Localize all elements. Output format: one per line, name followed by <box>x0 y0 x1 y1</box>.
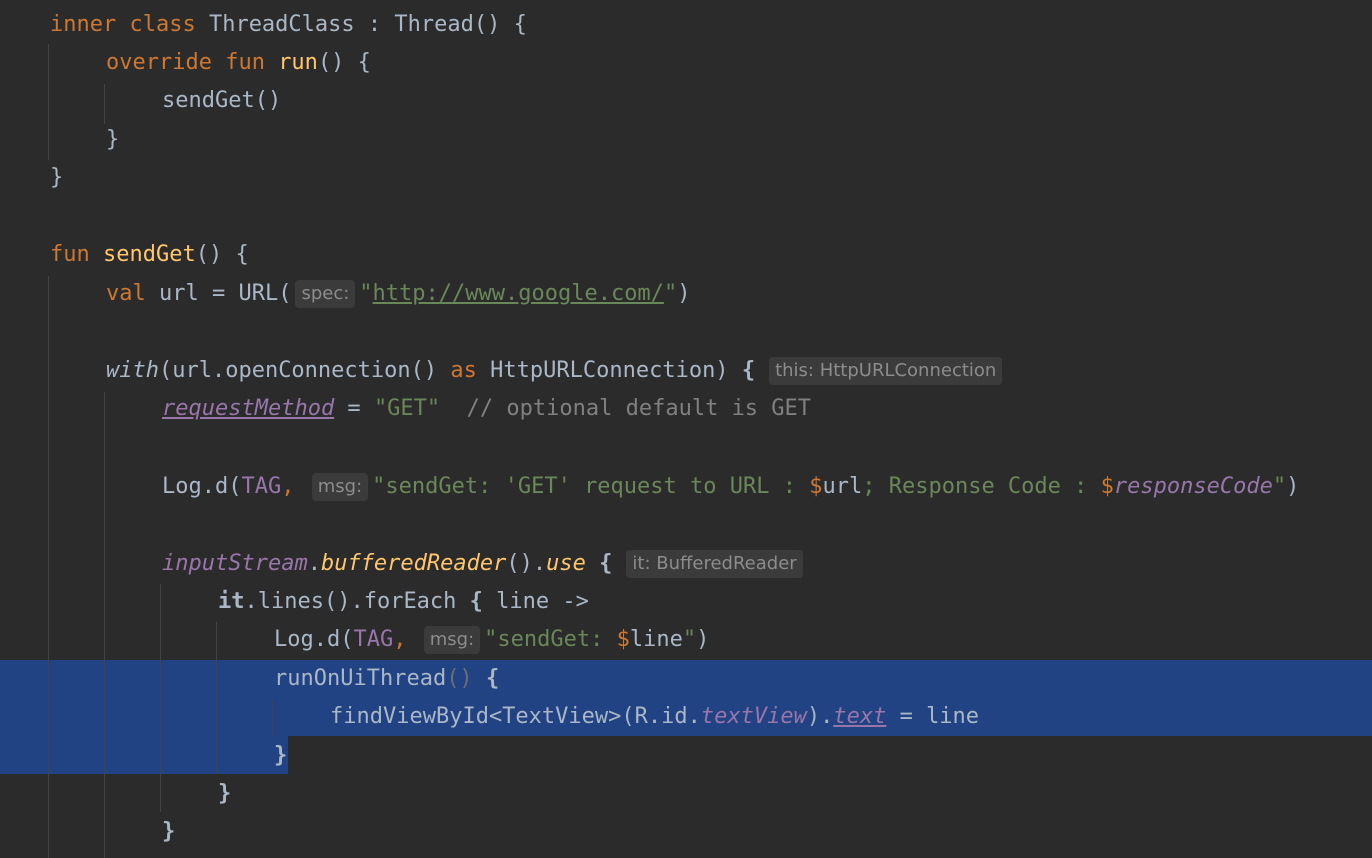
code-line-8[interactable]: with(url.openConnection() as HttpURLConn… <box>0 352 1372 390</box>
code-line-17[interactable]: } <box>0 775 1372 813</box>
code-line-14[interactable]: runOnUiThread() { <box>0 660 1372 698</box>
code-line-6[interactable]: fun sendGet() { <box>0 236 1372 274</box>
code-line-10[interactable]: Log.d(TAG, msg: "sendGet: 'GET' request t… <box>0 468 1372 506</box>
parameter-hint-msg: msg: <box>423 626 481 654</box>
code-editor[interactable]: inner class ThreadClass : Thread() { ove… <box>0 0 1372 858</box>
code-line-2[interactable]: override fun run() { <box>0 44 1372 82</box>
type-hint-this: this: HttpURLConnection <box>769 357 1003 385</box>
parameter-hint-spec: spec: <box>295 280 356 308</box>
code-line-3[interactable]: sendGet() <box>0 82 1372 120</box>
code-line-13[interactable]: Log.d(TAG, msg: "sendGet: $line") <box>0 621 1372 659</box>
code-line-15[interactable]: findViewById<TextView>(R.id.textView).te… <box>0 698 1372 736</box>
code-line-18[interactable]: } <box>0 813 1372 851</box>
code-line-11[interactable]: inputStream.bufferedReader().use {it: Bu… <box>0 545 1372 583</box>
type-hint-it: it: BufferedReader <box>626 550 803 578</box>
parameter-hint-msg: msg: <box>311 473 369 501</box>
code-line-4[interactable]: } <box>0 121 1372 159</box>
code-line-9[interactable]: requestMethod = "GET" // optional defaul… <box>0 390 1372 428</box>
code-line-1[interactable]: inner class ThreadClass : Thread() { <box>0 6 1372 44</box>
code-line-7[interactable]: val url = URL(spec: "http://www.google.co… <box>0 275 1372 313</box>
code-line-16[interactable]: } <box>0 737 1372 775</box>
code-line-5[interactable]: } <box>0 159 1372 197</box>
url-link[interactable]: http://www.google.com/ <box>373 281 664 306</box>
code-line-12[interactable]: it.lines().forEach { line -> <box>0 583 1372 621</box>
